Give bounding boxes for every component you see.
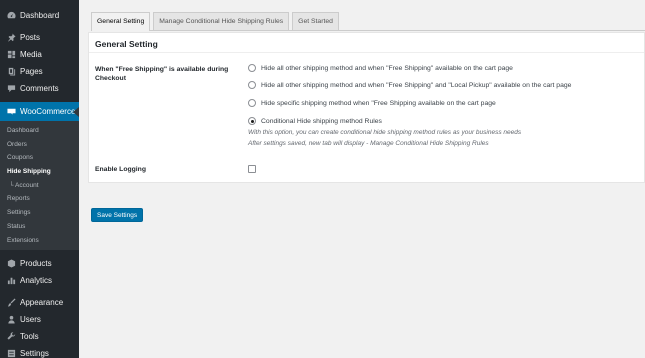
- radio-button-selected[interactable]: [248, 117, 256, 125]
- menu-products[interactable]: Products: [0, 255, 79, 272]
- comment-icon: [6, 84, 16, 94]
- settings-tabs: General Setting Manage Conditional Hide …: [91, 12, 645, 31]
- option-label: Hide all other shipping method and when …: [261, 81, 572, 89]
- wrench-icon: [6, 332, 16, 342]
- submenu-hide-shipping[interactable]: Hide Shipping: [0, 165, 79, 179]
- tab-get-started[interactable]: Get Started: [292, 12, 339, 30]
- woocommerce-icon: [6, 107, 16, 117]
- radio-button[interactable]: [248, 81, 256, 89]
- users-icon: [6, 315, 16, 325]
- menu-label: Pages: [20, 67, 43, 76]
- menu-comments[interactable]: Comments: [0, 80, 79, 97]
- menu-label: Comments: [20, 84, 59, 93]
- panel-title: General Setting: [89, 33, 644, 53]
- menu-label: Users: [20, 315, 41, 325]
- submenu-dashboard[interactable]: Dashboard: [0, 124, 79, 138]
- analytics-icon: [6, 276, 16, 286]
- option-description: After settings saved, new tab will displ…: [248, 140, 489, 147]
- admin-sidebar: Dashboard Posts Media Pages Comments Woo…: [0, 0, 79, 358]
- submenu-account[interactable]: └ Account: [0, 179, 79, 193]
- menu-settings[interactable]: Settings: [0, 345, 79, 358]
- products-icon: [6, 259, 16, 269]
- submenu-orders[interactable]: Orders: [0, 138, 79, 152]
- menu-label: Appearance: [20, 298, 64, 308]
- media-icon: [6, 50, 16, 60]
- option-label: Hide specific shipping method when "Free…: [261, 99, 496, 107]
- option-label: Hide all other shipping method and when …: [261, 64, 513, 72]
- save-settings-button[interactable]: Save Settings: [91, 208, 144, 222]
- enable-logging-label: Enable Logging: [95, 166, 146, 173]
- menu-posts[interactable]: Posts: [0, 29, 79, 46]
- tab-manage-rules[interactable]: Manage Conditional Hide Shipping Rules: [153, 12, 290, 30]
- enable-logging-checkbox[interactable]: [248, 165, 256, 173]
- submenu-extensions[interactable]: Extensions: [0, 234, 79, 248]
- menu-tools[interactable]: Tools: [0, 328, 79, 345]
- option-hide-all[interactable]: Hide all other shipping method and when …: [248, 64, 513, 72]
- radio-button[interactable]: [248, 99, 256, 107]
- menu-media[interactable]: Media: [0, 46, 79, 63]
- menu-label: Dashboard: [20, 11, 60, 20]
- pin-icon: [6, 33, 16, 43]
- submenu-reports[interactable]: Reports: [0, 192, 79, 206]
- menu-analytics[interactable]: Analytics: [0, 272, 79, 289]
- tab-general-setting[interactable]: General Setting: [91, 12, 151, 31]
- option-description: With this option, you can create conditi…: [248, 129, 522, 136]
- free-shipping-label: When "Free Shipping" is available during…: [95, 66, 229, 82]
- submenu-coupons[interactable]: Coupons: [0, 151, 79, 165]
- menu-pages[interactable]: Pages: [0, 63, 79, 80]
- pages-icon: [6, 67, 16, 77]
- menu-label: Media: [20, 50, 42, 59]
- menu-dashboard[interactable]: Dashboard: [0, 7, 79, 24]
- menu-label: WooCommerce: [20, 107, 76, 116]
- menu-appearance[interactable]: Appearance: [0, 294, 79, 311]
- menu-label: Analytics: [20, 276, 53, 286]
- submenu-status[interactable]: Status: [0, 220, 79, 234]
- settings-icon: [6, 349, 16, 358]
- radio-button[interactable]: [248, 64, 256, 72]
- option-hide-all-local-pickup[interactable]: Hide all other shipping method and when …: [248, 81, 571, 89]
- menu-label: Posts: [20, 33, 41, 42]
- menu-label: Settings: [20, 349, 49, 358]
- option-label: Conditional Hide shipping method Rules: [261, 117, 382, 125]
- menu-users[interactable]: Users: [0, 311, 79, 328]
- woocommerce-submenu: Dashboard Orders Coupons Hide Shipping └…: [0, 121, 79, 251]
- main-content: General Setting Manage Conditional Hide …: [79, 0, 645, 358]
- brush-icon: [6, 298, 16, 308]
- menu-woocommerce[interactable]: WooCommerce: [0, 102, 79, 121]
- dashboard-icon: [6, 11, 16, 21]
- settings-panel: General Setting When "Free Shipping" is …: [88, 32, 645, 183]
- menu-label: Products: [20, 259, 52, 269]
- menu-label: Tools: [20, 332, 39, 342]
- option-conditional-rules[interactable]: Conditional Hide shipping method Rules: [248, 117, 382, 125]
- option-hide-specific[interactable]: Hide specific shipping method when "Free…: [248, 99, 496, 107]
- submenu-settings[interactable]: Settings: [0, 206, 79, 220]
